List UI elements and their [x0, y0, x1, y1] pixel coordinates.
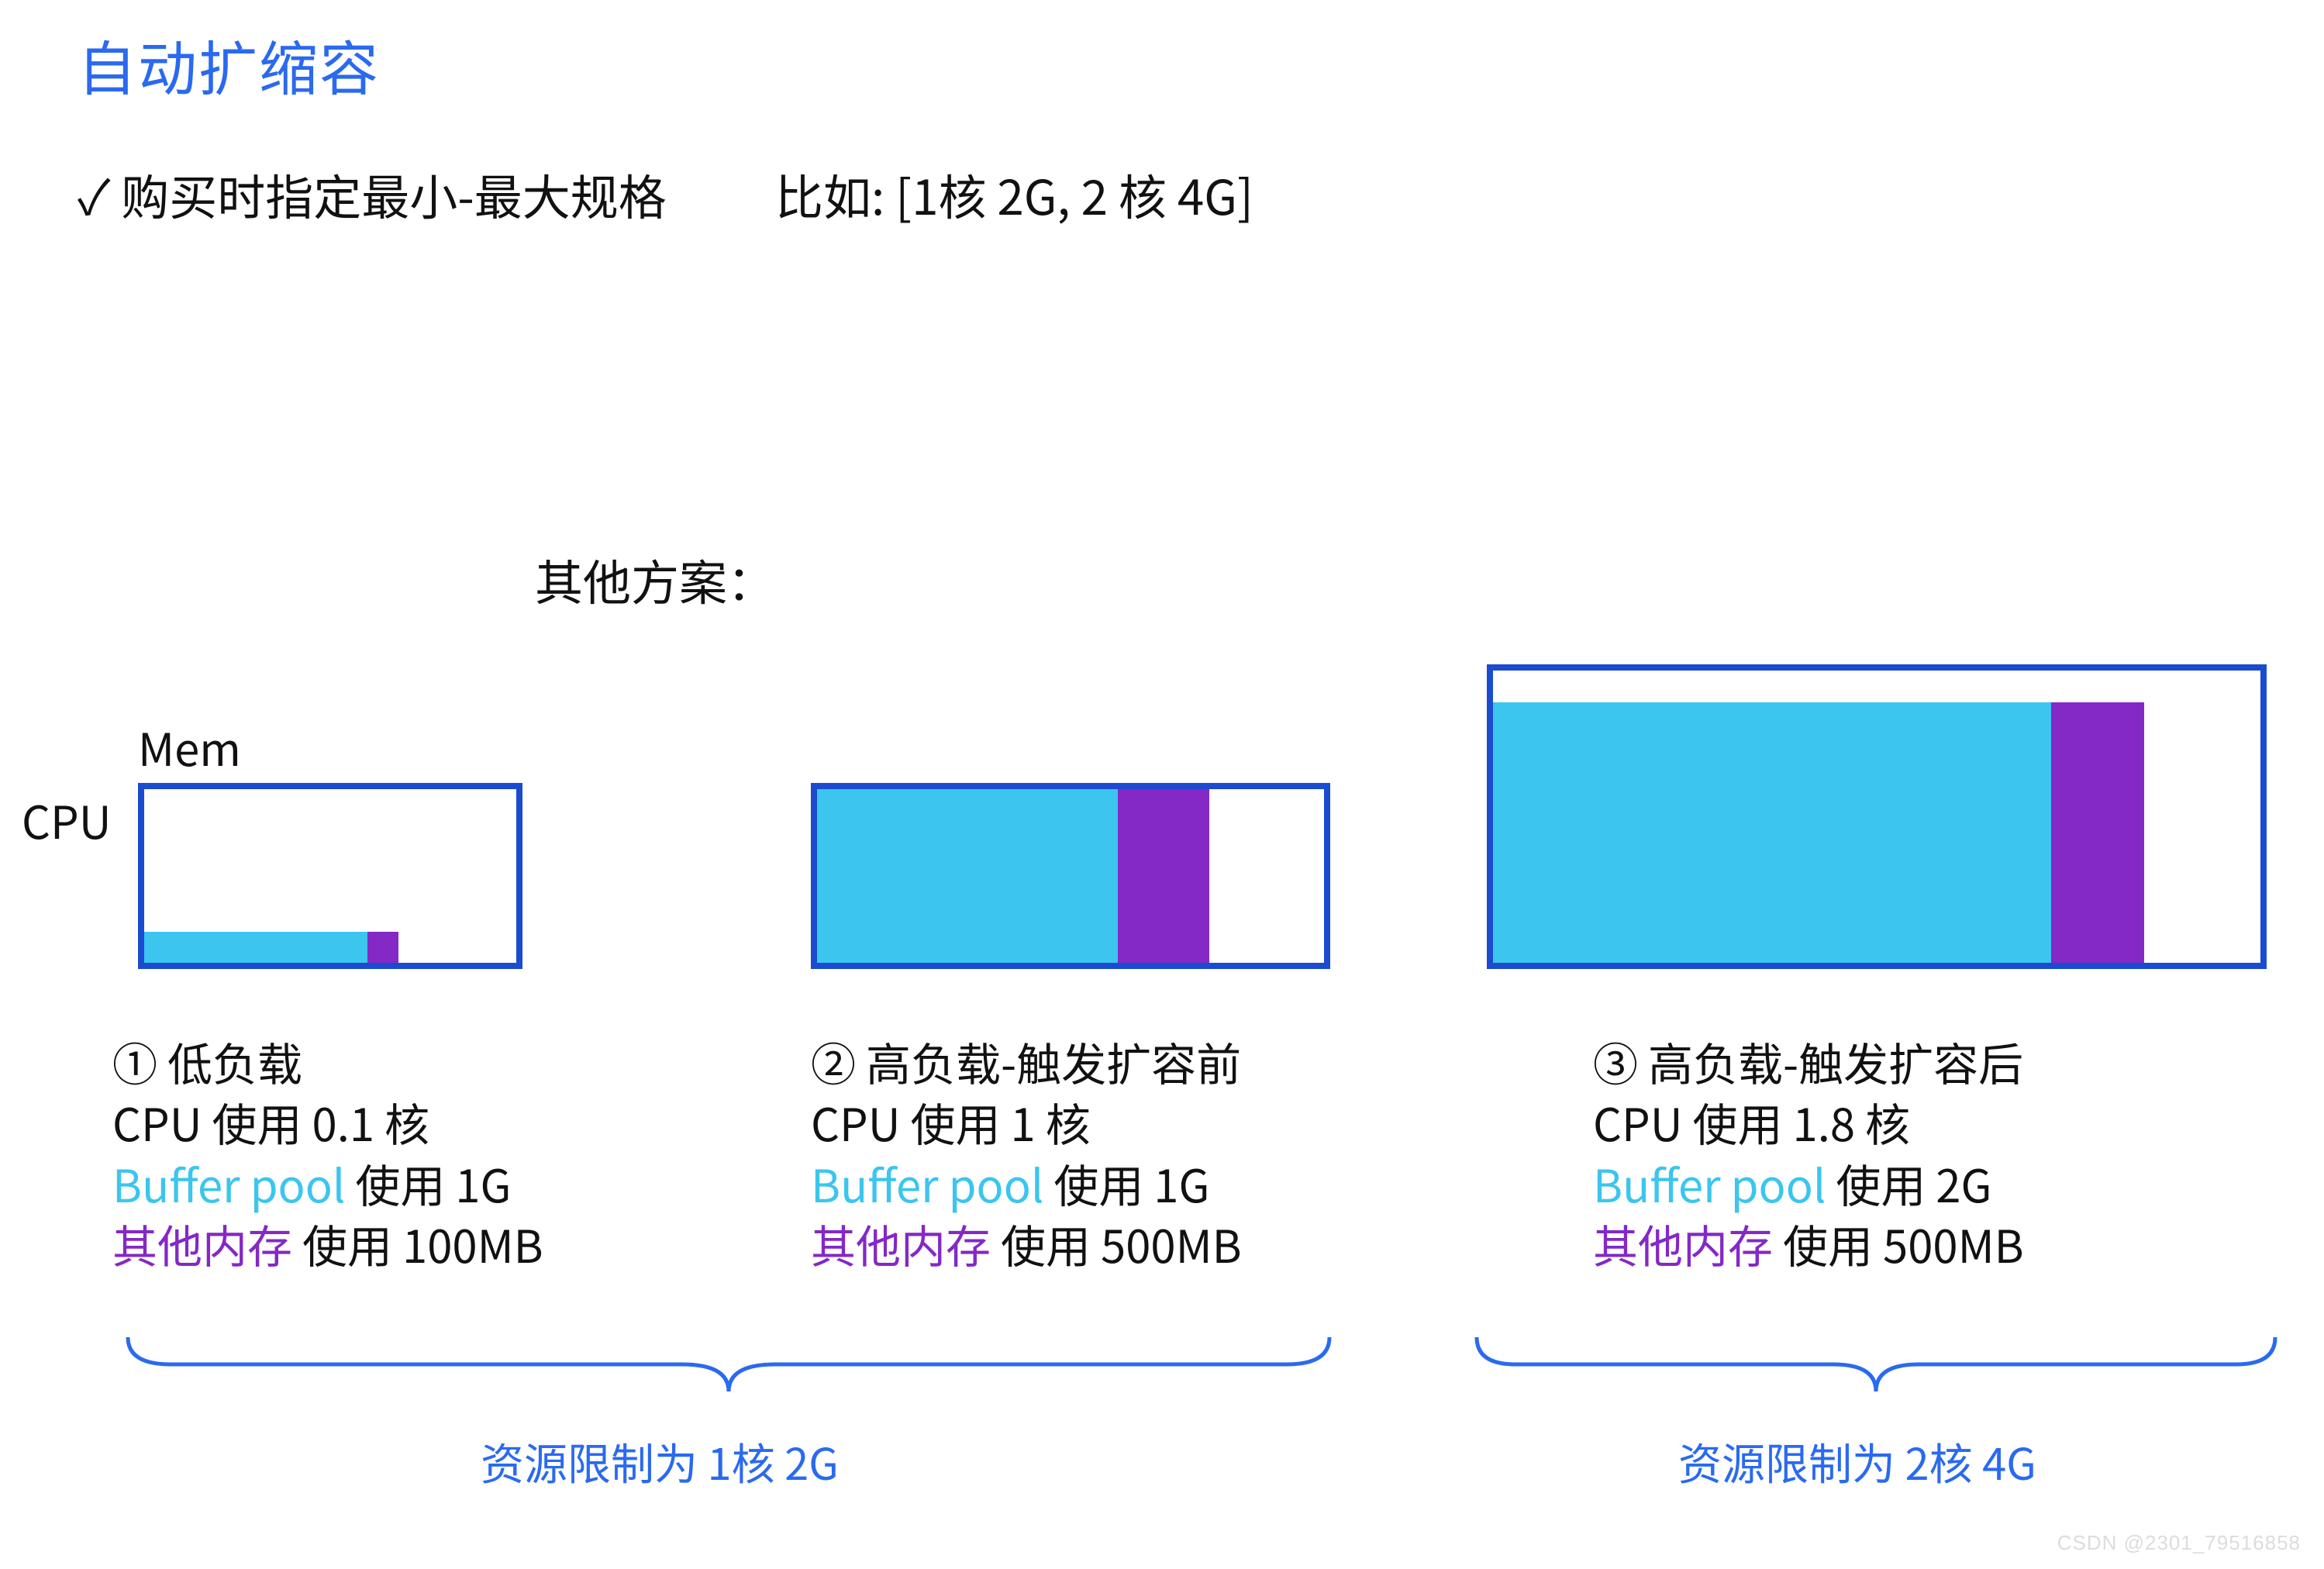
- spec-line: ✓ 购买时指定最小-最大规格: [78, 159, 667, 229]
- group-1-label: 资源限制为 1核 2G: [481, 1430, 839, 1493]
- example-line: 比如: [1核 2G, 2 核 4G]: [775, 159, 1253, 229]
- other-mem-value: 使用 500MB: [1773, 1211, 2024, 1276]
- buffer-pool-value: 使用 2G: [1826, 1150, 1991, 1216]
- other-mem-bar: [1118, 789, 1209, 963]
- desc-num: ③: [1593, 1029, 1638, 1094]
- buffer-pool-value: 使用 1G: [345, 1150, 511, 1216]
- brace-group-1: [124, 1333, 1333, 1395]
- desc-num: ②: [811, 1029, 856, 1094]
- chart-high-after: [1487, 664, 2267, 969]
- chart-low-load: [138, 783, 522, 969]
- other-schemes-label: 其他方案：: [535, 544, 775, 614]
- buffer-pool-label: Buffer pool: [112, 1150, 345, 1216]
- brace-group-2: [1473, 1333, 2279, 1395]
- other-mem-bar: [2051, 702, 2144, 963]
- mem-axis-label: Mem: [138, 714, 241, 779]
- other-mem-label: 其他内存: [112, 1211, 292, 1276]
- desc-num: ①: [112, 1029, 157, 1094]
- buffer-pool-bar: [1493, 702, 2051, 963]
- cpu-usage-line: CPU 使用 0.1 核: [112, 1091, 543, 1152]
- limit-value: 为 2核 4G: [1852, 1430, 2036, 1493]
- other-mem-bar: [367, 932, 398, 963]
- other-mem-value: 使用 100MB: [292, 1211, 543, 1276]
- buffer-pool-bar: [144, 932, 367, 963]
- limit-prefix: 资源限制: [1678, 1430, 1852, 1493]
- other-mem-label: 其他内存: [1593, 1211, 1773, 1276]
- buffer-pool-label: Buffer pool: [1593, 1150, 1826, 1216]
- cpu-axis-label: CPU: [22, 787, 112, 852]
- desc-title: 高负载-触发扩容前: [866, 1029, 1241, 1094]
- desc-high-before: ② 高负载-触发扩容前 CPU 使用 1 核 Buffer pool 使用 1G…: [811, 1031, 1242, 1274]
- desc-high-after: ③ 高负载-触发扩容后 CPU 使用 1.8 核 Buffer pool 使用 …: [1593, 1031, 2024, 1274]
- desc-title: 高负载-触发扩容后: [1648, 1029, 2023, 1094]
- chart-high-before: [811, 783, 1330, 969]
- buffer-pool-bar: [817, 789, 1118, 963]
- desc-low-load: ① 低负载 CPU 使用 0.1 核 Buffer pool 使用 1G 其他内…: [112, 1031, 543, 1274]
- cpu-usage-line: CPU 使用 1.8 核: [1593, 1091, 2024, 1152]
- limit-prefix: 资源限制: [481, 1430, 654, 1493]
- page-title: 自动扩缩容: [78, 22, 380, 107]
- group-2-label: 资源限制为 2核 4G: [1678, 1430, 2036, 1493]
- buffer-pool-value: 使用 1G: [1043, 1150, 1209, 1216]
- other-mem-value: 使用 500MB: [991, 1211, 1242, 1276]
- buffer-pool-label: Buffer pool: [811, 1150, 1043, 1216]
- limit-value: 为 1核 2G: [654, 1430, 839, 1493]
- desc-title: 低负载: [167, 1029, 302, 1094]
- other-mem-label: 其他内存: [811, 1211, 991, 1276]
- cpu-usage-line: CPU 使用 1 核: [811, 1091, 1242, 1152]
- watermark: CSDN @2301_79516858: [2057, 1531, 2301, 1555]
